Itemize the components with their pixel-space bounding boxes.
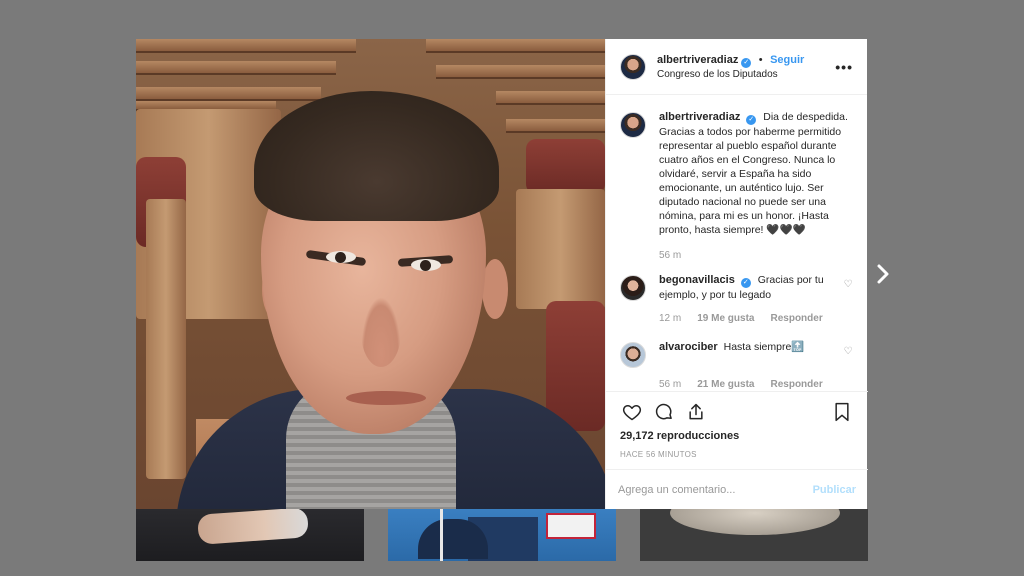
caption-username[interactable]: albertriveradiaz xyxy=(659,111,740,123)
grid-thumbnail-3[interactable] xyxy=(640,509,868,561)
more-icon[interactable]: ••• xyxy=(835,59,853,75)
background-grid xyxy=(136,509,868,561)
comment-likes[interactable]: 21 Me gusta xyxy=(697,379,754,390)
verified-icon: ✓ xyxy=(740,278,751,288)
bookmark-icon[interactable] xyxy=(830,400,854,424)
post-video[interactable] xyxy=(136,39,605,509)
verified-icon: ✓ xyxy=(741,57,752,68)
comment-item: alvarociber Hasta siempre🔝 ♡ xyxy=(620,340,854,368)
comment-time[interactable]: 12 m xyxy=(659,313,681,324)
post-sidebar: albertriveradiaz ✓ • Seguir Congreso de l… xyxy=(605,39,868,509)
comment-meta: 56 m 21 Me gusta Responder xyxy=(659,379,854,390)
comment-username[interactable]: begonavillacis xyxy=(659,274,735,286)
comment-text: Hasta siempre🔝 xyxy=(723,341,805,353)
caption-text: Dia de despedida. Gracias a todos por ha… xyxy=(659,111,848,236)
post-timestamp[interactable]: HACE 56 MINUTOS xyxy=(620,450,854,459)
location-link[interactable]: Congreso de los Diputados xyxy=(657,68,835,82)
comment-likes[interactable]: 19 Me gusta xyxy=(697,313,754,324)
grid-thumbnail-2[interactable] xyxy=(388,509,616,561)
caption-time[interactable]: 56 m xyxy=(659,250,681,261)
like-comment-heart-icon[interactable]: ♡ xyxy=(842,279,854,290)
commenter-avatar[interactable] xyxy=(620,342,646,368)
post-actions: 29,172 reproducciones HACE 56 MINUTOS xyxy=(606,391,868,459)
view-count[interactable]: 29,172 reproducciones xyxy=(620,430,854,442)
comment-item: begonavillacis ✓ Gracias por tu ejemplo, … xyxy=(620,273,854,302)
publish-button[interactable]: Publicar xyxy=(813,484,856,496)
grid-thumbnail-1[interactable] xyxy=(136,509,364,561)
post-header: albertriveradiaz ✓ • Seguir Congreso de l… xyxy=(606,39,867,95)
comment-icon[interactable] xyxy=(652,400,676,424)
separator-dot: • xyxy=(758,53,763,66)
comment-reply-button[interactable]: Responder xyxy=(770,379,822,390)
commenter-avatar[interactable] xyxy=(620,275,646,301)
caption: albertriveradiaz ✓ Dia de despedida. Grac… xyxy=(620,110,854,237)
verified-icon: ✓ xyxy=(746,115,757,125)
follow-button[interactable]: Seguir xyxy=(770,54,804,66)
comments-list[interactable]: albertriveradiaz ✓ Dia de despedida. Grac… xyxy=(606,96,868,390)
comment-time[interactable]: 56 m xyxy=(659,379,681,390)
comment-input[interactable] xyxy=(618,483,813,496)
comment-username[interactable]: alvarociber xyxy=(659,341,718,353)
post-modal: albertriveradiaz ✓ • Seguir Congreso de l… xyxy=(136,39,868,509)
heart-icon[interactable] xyxy=(620,400,644,424)
chevron-right-icon[interactable] xyxy=(874,262,892,286)
author-avatar[interactable] xyxy=(620,53,646,80)
author-username[interactable]: albertriveradiaz xyxy=(657,54,738,66)
like-comment-heart-icon[interactable]: ♡ xyxy=(842,346,854,357)
author-avatar[interactable] xyxy=(620,112,646,138)
comment-reply-button[interactable]: Responder xyxy=(770,313,822,324)
comment-meta: 12 m 19 Me gusta Responder xyxy=(659,313,854,324)
add-comment-bar: Publicar xyxy=(606,469,868,509)
share-icon[interactable] xyxy=(684,400,708,424)
